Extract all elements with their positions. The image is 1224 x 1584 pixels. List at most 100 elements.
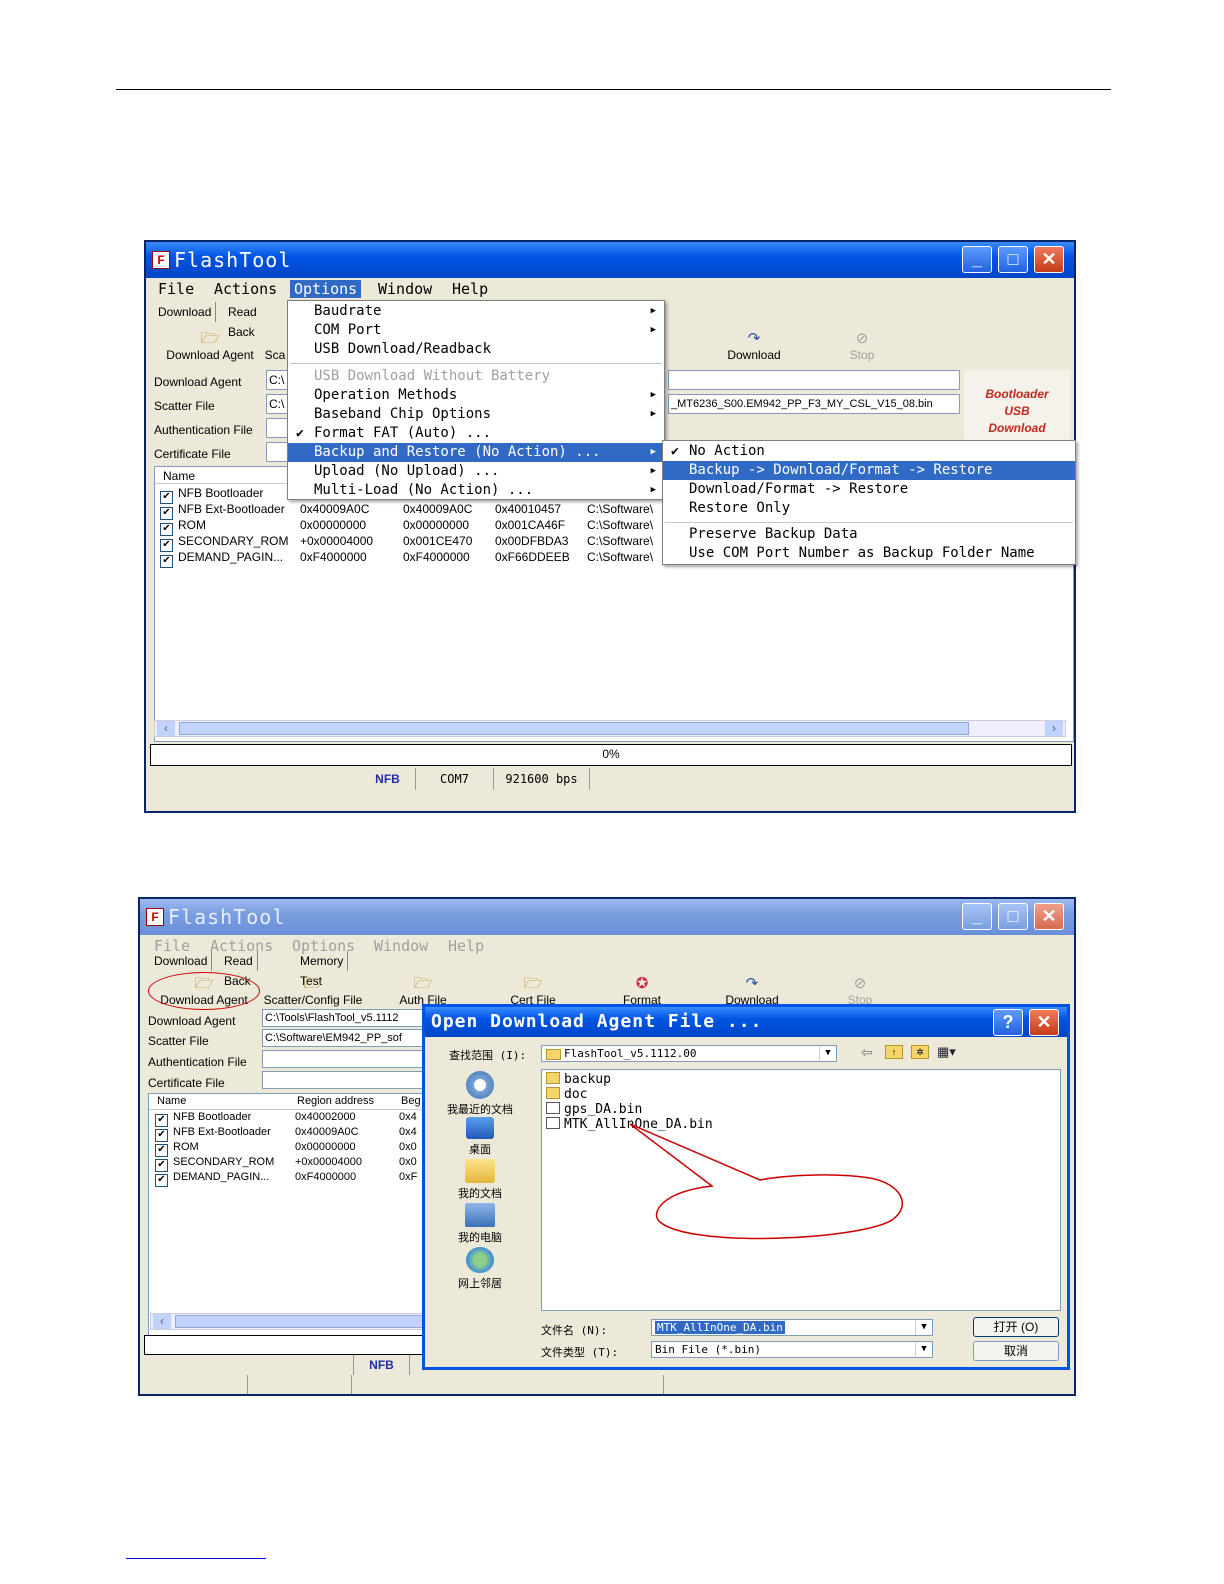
scroll-left-icon[interactable]: ‹ [153, 1314, 171, 1329]
open-button[interactable]: 打开 (O) [973, 1317, 1059, 1337]
scatter-config-tool-button[interactable]: 🗁 Scatter/Config File [260, 975, 366, 1007]
place-recent-documents[interactable]: 我最近的文档 [439, 1071, 521, 1117]
download-tool-button[interactable]: ↷ Download [716, 330, 792, 362]
menu-window[interactable]: Window [378, 280, 432, 298]
horizontal-scrollbar[interactable]: ‹ [150, 1313, 430, 1330]
list-header-name[interactable]: Name [157, 1095, 186, 1107]
scatter-file-label: Scatter File [154, 399, 215, 413]
cert-file-tool-button[interactable]: 🗁 Cert File [502, 975, 564, 1007]
scatter-tool-button[interactable]: Sca [262, 348, 288, 362]
menu-item-baseband-chip[interactable]: Baseband Chip Options ▶ [288, 405, 664, 424]
list-header-begin[interactable]: Beg [401, 1095, 421, 1107]
close-button[interactable]: ✕ [1034, 903, 1064, 930]
look-in-combo[interactable]: FlashTool_v5.1112.00 ▼ [541, 1045, 837, 1062]
horizontal-scrollbar[interactable]: ‹ › [154, 720, 1066, 737]
stop-tool-button[interactable]: ⊘ Stop [838, 975, 882, 1007]
view-menu-icon[interactable]: ▦▾ [937, 1044, 956, 1060]
download-agent-field-tail[interactable] [668, 370, 960, 390]
tab-download[interactable]: Download [150, 951, 213, 971]
menu-item-operation-methods[interactable]: Operation Methods ▶ [288, 386, 664, 405]
auth-file-tool-button[interactable]: 🗁 Auth File [392, 975, 454, 1007]
tab-read-back[interactable]: Read Back [220, 951, 258, 988]
filename-combo[interactable]: MTK_AllInOne_DA.bin ▼ [651, 1319, 933, 1336]
title-bar[interactable]: F FlashTool _ □ ✕ [140, 899, 1074, 935]
scatter-file-field[interactable]: C:\Software\EM942_PP_sof [262, 1029, 432, 1047]
tab-download[interactable]: Download [154, 302, 217, 322]
format-tool-button[interactable]: ✪ Format [614, 975, 670, 1007]
tab-memory-test[interactable]: Memory Test [296, 951, 349, 988]
dialog-close-button[interactable]: ✕ [1029, 1009, 1059, 1036]
menu-item-usb-download[interactable]: USB Download/Readback [288, 340, 664, 359]
submenu-item-no-action[interactable]: ✔ No Action [663, 442, 1075, 461]
submenu-item-preserve-backup[interactable]: Preserve Backup Data [663, 525, 1075, 544]
chevron-down-icon[interactable]: ▼ [915, 1342, 932, 1357]
filetype-combo[interactable]: Bin File (*.bin) ▼ [651, 1341, 933, 1358]
download-agent-tool-button[interactable]: 🗁 Download Agent [160, 330, 260, 362]
table-row[interactable]: ✔ DEMAND_PAGIN... 0xF4000000 0xF [155, 1171, 417, 1187]
minimize-button[interactable]: _ [962, 246, 992, 273]
scroll-right-icon[interactable]: › [1045, 721, 1063, 736]
chevron-down-icon[interactable]: ▼ [819, 1046, 836, 1061]
list-item[interactable]: MTK_AllInOne_DA.bin [546, 1117, 713, 1132]
minimize-button[interactable]: _ [962, 903, 992, 930]
download-agent-field[interactable]: C:\Tools\FlashTool_v5.1112 [262, 1009, 432, 1027]
menu-window[interactable]: Window [374, 937, 428, 955]
menu-help[interactable]: Help [448, 937, 484, 955]
status-blank-3 [144, 1375, 248, 1394]
cancel-button[interactable]: 取消 [973, 1341, 1059, 1361]
place-label: 我的文档 [458, 1188, 502, 1200]
authentication-file-field[interactable] [262, 1050, 432, 1068]
menu-actions[interactable]: Actions [214, 280, 277, 298]
file-list[interactable]: backup doc gps_DA.bin MTK_AllInOne_DA.bi… [541, 1069, 1061, 1311]
dialog-title-bar[interactable]: Open Download Agent File ... ? ✕ [425, 1007, 1067, 1037]
back-icon[interactable]: ⇦ [861, 1044, 873, 1061]
list-header-name[interactable]: Name [163, 469, 195, 483]
table-row[interactable]: ✔ NFB Ext-Bootloader 0x40009A0C 0x4 [155, 1126, 417, 1142]
list-item[interactable]: backup [546, 1072, 611, 1087]
submenu-item-restore-only[interactable]: Restore Only [663, 499, 1075, 518]
menu-item-baudrate[interactable]: Baudrate ▶ [288, 302, 664, 321]
options-menu: Baudrate ▶ COM Port ▶ USB Download/Readbac… [287, 300, 665, 500]
help-button[interactable]: ? [993, 1009, 1023, 1036]
place-desktop[interactable]: 桌面 [439, 1117, 521, 1157]
table-row[interactable]: ✔ SECONDARY_ROM +0x00004000 0x0 [155, 1156, 417, 1172]
menu-item-upload[interactable]: Upload (No Upload) ... ▶ [288, 462, 664, 481]
stop-tool-button[interactable]: ⊘ Stop [840, 330, 884, 362]
row-cell: 0x4 [399, 1126, 417, 1138]
menu-item-backup-restore[interactable]: Backup and Restore (No Action) ... ▶ [288, 443, 664, 462]
tab-read-back[interactable]: Read Back [224, 302, 261, 339]
close-button[interactable]: ✕ [1034, 246, 1064, 273]
scatter-file-field-tail[interactable]: _MT6236_S00.EM942_PP_F3_MY_CSL_V15_08.bi… [668, 394, 960, 414]
up-folder-icon[interactable]: ↑ [885, 1045, 903, 1059]
menu-file[interactable]: File [158, 280, 194, 298]
maximize-button[interactable]: □ [998, 246, 1028, 273]
table-row[interactable]: ✔ ROM 0x00000000 0x0 [155, 1141, 417, 1157]
menu-options[interactable]: Options [290, 280, 362, 298]
scroll-left-icon[interactable]: ‹ [157, 721, 175, 736]
list-item[interactable]: gps_DA.bin [546, 1102, 642, 1117]
place-network[interactable]: 网上邻居 [439, 1247, 521, 1291]
checkbox-checked-icon[interactable]: ✔ [155, 1174, 168, 1187]
list-header-region-address[interactable]: Region address [297, 1095, 374, 1107]
list-item[interactable]: doc [546, 1087, 587, 1102]
chevron-down-icon[interactable]: ▼ [915, 1320, 932, 1335]
checkbox-checked-icon[interactable]: ✔ [160, 555, 173, 568]
submenu-item-backup-download-restore[interactable]: Backup -> Download/Format -> Restore [663, 461, 1075, 480]
scrollbar-thumb[interactable] [179, 722, 969, 735]
place-my-documents[interactable]: 我的文档 [439, 1159, 521, 1201]
table-row[interactable]: ✔ NFB Bootloader 0x40002000 0x4 [155, 1111, 417, 1127]
scrollbar-thumb[interactable] [175, 1315, 425, 1328]
submenu-item-download-restore[interactable]: Download/Format -> Restore [663, 480, 1075, 499]
menu-item-com-port[interactable]: COM Port ▶ [288, 321, 664, 340]
submenu-item-com-port-folder[interactable]: Use COM Port Number as Backup Folder Nam… [663, 544, 1075, 563]
certificate-file-field[interactable] [262, 1071, 432, 1089]
title-bar[interactable]: F FlashTool _ □ ✕ [146, 242, 1074, 278]
menu-item-multi-load[interactable]: Multi-Load (No Action) ... ▶ [288, 481, 664, 500]
table-row[interactable]: ✔ DEMAND_PAGIN... 0xF4000000 0xF4000000 0… [160, 550, 653, 568]
place-my-computer[interactable]: 我的电脑 [439, 1203, 521, 1245]
new-folder-icon[interactable]: ✲ [911, 1045, 929, 1059]
menu-help[interactable]: Help [452, 280, 488, 298]
maximize-button[interactable]: □ [998, 903, 1028, 930]
download-tool-button[interactable]: ↷ Download [714, 975, 790, 1007]
menu-item-format-fat[interactable]: ✔ Format FAT (Auto) ... [288, 424, 664, 443]
